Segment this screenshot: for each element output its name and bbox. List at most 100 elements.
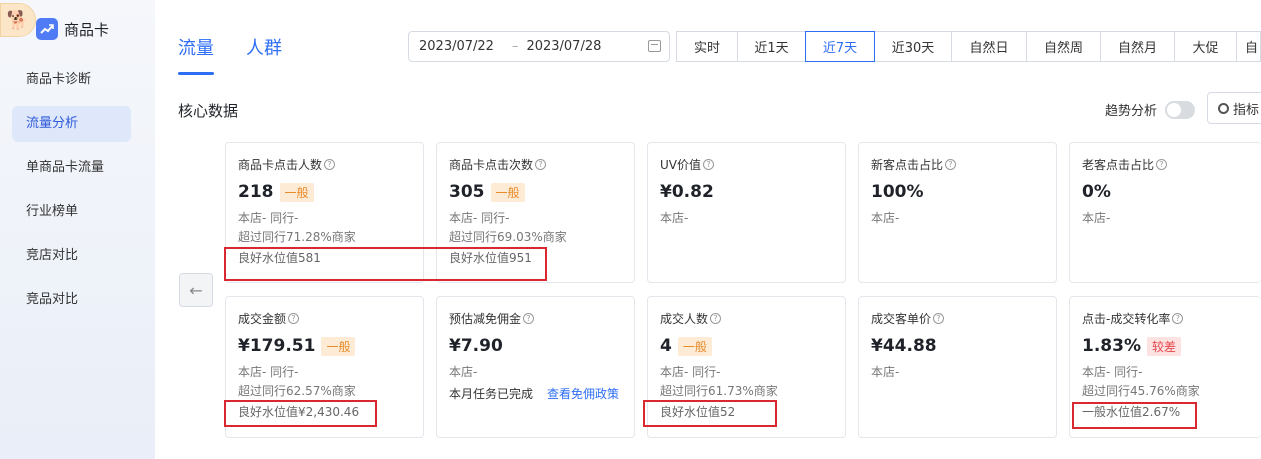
- date-range-picker[interactable]: 2023/07/22 – 2023/07/28: [408, 31, 670, 62]
- metric-button-label: 指标: [1233, 102, 1260, 118]
- avatar[interactable]: 🐕: [0, 3, 36, 37]
- card-compare: 本店-: [660, 211, 689, 225]
- arrow-left-icon: ←: [189, 280, 203, 300]
- trend-analysis: 趋势分析: [1105, 100, 1196, 119]
- sidebar-item-single-card-traffic[interactable]: 单商品卡流量: [12, 150, 131, 186]
- tab-audience[interactable]: 人群: [246, 34, 282, 76]
- period-promotion[interactable]: 大促: [1174, 31, 1237, 62]
- status-badge: 一般: [490, 182, 525, 202]
- card-compare: 本店- 同行-: [238, 365, 299, 379]
- card-label-text: 商品卡点击人数: [238, 158, 323, 172]
- metric-card-avg-order-value[interactable]: 成交客单价? ¥44.88 本店-: [858, 296, 1057, 438]
- help-icon[interactable]: ?: [933, 313, 945, 324]
- highlight-box-buyers: [643, 400, 777, 427]
- sidebar-item-industry-ranking[interactable]: 行业榜单: [12, 194, 131, 230]
- section-title: 核心数据: [178, 102, 239, 120]
- help-icon[interactable]: ?: [324, 159, 336, 170]
- main-content: 流量 人群 2023/07/22 – 2023/07/28 实时 近1天 近7天…: [155, 0, 1261, 459]
- help-icon[interactable]: ?: [523, 313, 535, 324]
- card-value: ¥7.90: [449, 336, 503, 356]
- tab-traffic[interactable]: 流量: [178, 34, 214, 76]
- date-start: 2023/07/22: [419, 39, 494, 54]
- metric-card-new-customer-ratio[interactable]: 新客点击占比? 100% 本店-: [858, 142, 1057, 283]
- sidebar-item-competitor-store[interactable]: 竞店对比: [12, 238, 131, 274]
- card-percentile: 超过同行71.28%商家: [238, 230, 356, 244]
- card-label-text: 商品卡点击次数: [449, 158, 534, 172]
- card-compare: 本店- 同行-: [1082, 365, 1143, 379]
- view-tabs: 流量 人群: [178, 34, 282, 76]
- card-percentile: 超过同行45.76%商家: [1082, 384, 1200, 398]
- metric-settings-button[interactable]: 指标: [1207, 92, 1261, 124]
- card-percentile: 超过同行62.57%商家: [238, 384, 356, 398]
- help-icon[interactable]: ?: [710, 313, 722, 324]
- help-icon[interactable]: ?: [1172, 313, 1184, 324]
- card-compare: 本店-: [449, 365, 478, 379]
- sidebar-nav: 商品卡诊断 流量分析 单商品卡流量 行业榜单 竞店对比 竞品对比: [12, 62, 131, 326]
- date-separator: –: [511, 39, 519, 54]
- period-natural-month[interactable]: 自然月: [1100, 31, 1175, 62]
- card-value: ¥44.88: [871, 336, 937, 356]
- period-1day[interactable]: 近1天: [737, 31, 806, 62]
- metric-card-old-customer-ratio[interactable]: 老客点击占比? 0% 本店-: [1069, 142, 1261, 283]
- card-value-row: 0%: [1082, 181, 1261, 203]
- calendar-icon: [648, 40, 661, 52]
- card-value: 100%: [871, 182, 924, 202]
- card-label-text: UV价值: [660, 158, 701, 172]
- highlight-box-row1: [224, 247, 547, 281]
- card-label-text: 新客点击占比: [871, 158, 944, 172]
- sidebar-item-card-diagnosis[interactable]: 商品卡诊断: [12, 62, 131, 98]
- card-compare: 本店- 同行-: [660, 365, 721, 379]
- trend-label: 趋势分析: [1105, 104, 1158, 119]
- card-value: 0%: [1082, 182, 1111, 202]
- sidebar: 🐕 商品卡 商品卡诊断 流量分析 单商品卡流量 行业榜单 竞店对比 竞品对比: [0, 0, 155, 459]
- help-icon[interactable]: ?: [945, 159, 957, 170]
- period-custom[interactable]: 自: [1236, 31, 1261, 62]
- card-label: 成交金额?: [238, 310, 423, 327]
- highlight-box-gmv: [224, 400, 377, 427]
- help-icon[interactable]: ?: [703, 159, 714, 170]
- help-icon[interactable]: ?: [288, 313, 300, 324]
- gear-icon: [1218, 102, 1229, 114]
- period-realtime[interactable]: 实时: [676, 31, 738, 62]
- period-natural-day[interactable]: 自然日: [951, 31, 1027, 62]
- status-badge: 一般: [677, 336, 712, 356]
- card-label-text: 成交金额: [238, 312, 287, 326]
- card-label: 新客点击占比?: [871, 156, 1056, 173]
- view-policy-link[interactable]: 查看免佣政策: [547, 387, 619, 401]
- card-task-status: 本月任务已完成 查看免佣政策: [449, 385, 634, 401]
- card-label: UV价值?: [660, 156, 845, 173]
- card-label: 商品卡点击次数?: [449, 156, 634, 173]
- help-icon[interactable]: ?: [535, 159, 547, 170]
- card-value-row: 4 一般: [660, 335, 845, 357]
- card-value: ¥0.82: [660, 182, 714, 202]
- prev-arrow-button[interactable]: ←: [179, 273, 213, 307]
- card-label: 成交客单价?: [871, 310, 1056, 327]
- app-title: 商品卡: [36, 18, 109, 40]
- help-icon[interactable]: ?: [1156, 159, 1168, 170]
- card-label-text: 成交客单价: [871, 312, 932, 326]
- metric-card-commission-waiver[interactable]: 预估减免佣金? ¥7.90 本店- 本月任务已完成 查看免佣政策: [436, 296, 635, 438]
- trend-toggle[interactable]: [1165, 100, 1196, 119]
- period-30days[interactable]: 近30天: [874, 31, 952, 62]
- status-badge: 一般: [321, 336, 356, 356]
- card-value: 218: [238, 182, 274, 202]
- period-selector: 实时 近1天 近7天 近30天 自然日 自然周 自然月 大促 自: [676, 31, 1261, 62]
- card-value-row: 305 一般: [449, 181, 634, 203]
- card-label-text: 预估减免佣金: [449, 312, 522, 326]
- sidebar-item-competitor-product[interactable]: 竞品对比: [12, 282, 131, 318]
- card-value-row: ¥179.51 一般: [238, 335, 423, 357]
- metric-card-uv-value[interactable]: UV价值? ¥0.82 本店-: [647, 142, 846, 283]
- period-natural-week[interactable]: 自然周: [1026, 31, 1101, 62]
- card-value-row: 100%: [871, 181, 1056, 203]
- card-compare: 本店- 同行-: [449, 211, 510, 225]
- card-label: 点击-成交转化率?: [1082, 310, 1261, 327]
- card-label-text: 点击-成交转化率: [1082, 312, 1171, 326]
- sidebar-item-traffic-analysis[interactable]: 流量分析: [12, 106, 131, 142]
- card-value-row: ¥0.82: [660, 181, 845, 203]
- card-percentile: 超过同行61.73%商家: [660, 384, 778, 398]
- period-7days[interactable]: 近7天: [805, 31, 875, 62]
- card-value-row: 1.83% 较差: [1082, 335, 1261, 357]
- card-value-row: ¥7.90: [449, 335, 634, 357]
- card-label: 成交人数?: [660, 310, 845, 327]
- card-value-row: 218 一般: [238, 181, 423, 203]
